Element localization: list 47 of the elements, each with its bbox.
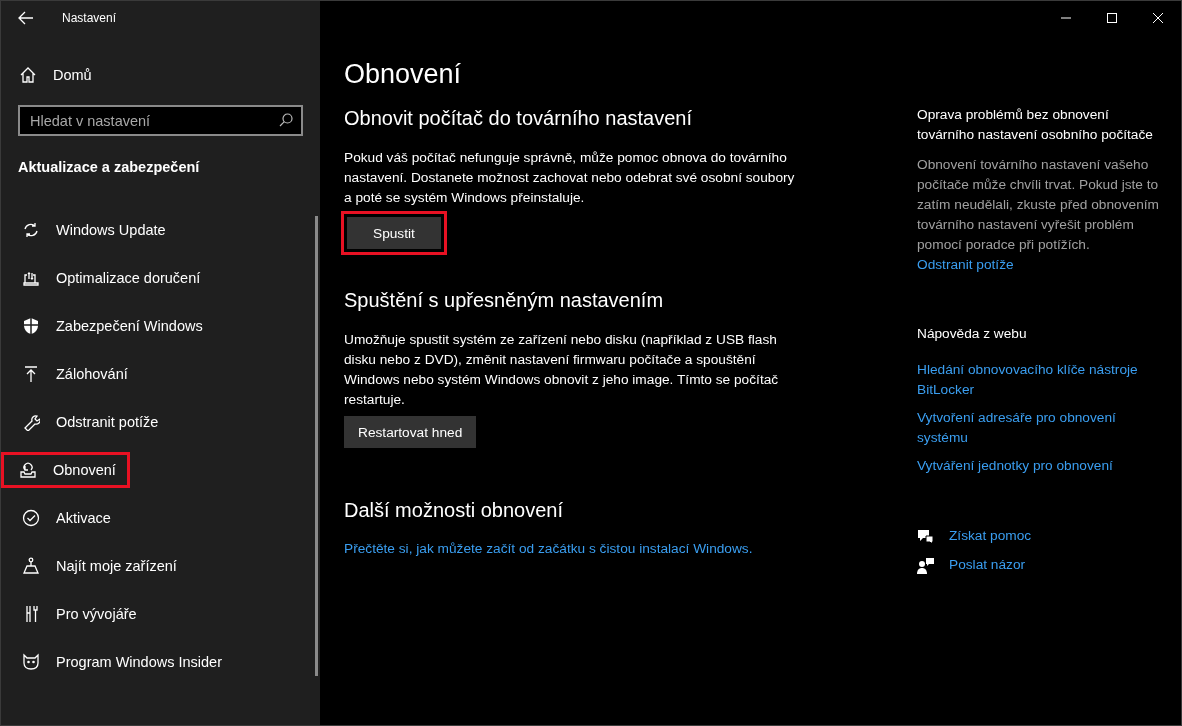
section-heading: Spuštění s upřesněným nastavením (344, 289, 665, 313)
upload-icon (22, 365, 40, 383)
help-link[interactable]: Vytváření jednotky pro obnovení (917, 456, 1167, 476)
search-icon[interactable] (279, 113, 293, 127)
close-icon[interactable] (1153, 13, 1163, 23)
maximize-icon[interactable] (1107, 13, 1117, 23)
description: Pokud váš počítač nefunguje správně, může pomoc obnova do továrního nastavení. Dostanete možnost zachovat nebo odebrat své osobní soubory a poté se systém Windows přeinstaluje. (344, 149, 796, 207)
aside-heading: Oprava problémů bez obnovení továrního nastavení osobního počítače (917, 106, 1154, 144)
help-link[interactable]: Hledání obnovovacího klíče nástroje BitLocker (917, 360, 1167, 400)
feedback-icon[interactable] (917, 556, 934, 574)
nav-item[interactable]: Pro vývojáře (9, 596, 148, 632)
description: Umožňuje spustit systém ze zařízení nebo disku (například z USB flash disku nebo z DVD), změnit nastavení firmwaru počítače a spouštění Windows nebo systém Windows obnovit z jeho image. Tímto se počítač restartuje. (344, 331, 780, 409)
home-item[interactable]: Domů (19, 56, 92, 94)
search-field[interactable]: Hledat v nastavení (18, 105, 303, 136)
scrollbar[interactable] (315, 216, 318, 676)
link[interactable]: Přečtěte si, jak můžete začít od začátku s čistou instalací Windows. (344, 541, 753, 556)
sync-icon (22, 221, 40, 239)
page-title: Obnovení (344, 59, 463, 91)
nav-item[interactable]: Odstranit potíže (9, 404, 170, 440)
shield-icon (22, 317, 40, 335)
nav-item[interactable]: Obnovení (1, 452, 130, 488)
section-heading: Obnovit počítač do továrního nastavení (344, 107, 693, 131)
aside-heading: Nápověda z webu (917, 325, 1028, 343)
chat-icon[interactable] (917, 527, 934, 545)
section-title: Aktualizace a zabezpečení (18, 159, 201, 177)
nav-item[interactable]: Zálohování (9, 356, 139, 392)
checkmark-icon (22, 509, 40, 527)
action-button[interactable]: Restartovat hned (344, 416, 477, 448)
nav-item[interactable]: Najít moje zařízení (9, 548, 188, 584)
nav-item[interactable]: Zabezpečení Windows (9, 308, 214, 344)
aside-description: Obnovení továrního nastavení vašeho počítače může chvíli trvat. Pokud jste to zatím neudělali, zkuste před obnovením továrního nastavení vyřešit problém pomocí poradce při potížích. (917, 156, 1160, 254)
window-title: Nastavení (62, 11, 117, 25)
action-link[interactable]: Získat pomoc (949, 526, 1032, 546)
home-icon (19, 66, 37, 84)
tray-arrow-icon (19, 461, 37, 479)
section-heading: Další možnosti obnovení (344, 499, 564, 523)
nav-item[interactable]: Program Windows Insider (9, 644, 233, 680)
person-pin-icon (22, 557, 40, 575)
help-link[interactable]: Vytvoření adresáře pro obnovení systému (917, 408, 1167, 448)
nav-item[interactable]: Optimalizace doručení (9, 260, 212, 296)
cat-face-icon (22, 653, 40, 671)
back-icon[interactable] (18, 11, 34, 25)
nav-item[interactable]: Aktivace (9, 500, 122, 536)
wrench-icon (22, 413, 40, 431)
troubleshoot-link[interactable]: Odstranit potíže (917, 255, 1167, 275)
nav-item[interactable]: Windows Update (9, 212, 177, 248)
action-link[interactable]: Poslat názor (949, 555, 1026, 575)
